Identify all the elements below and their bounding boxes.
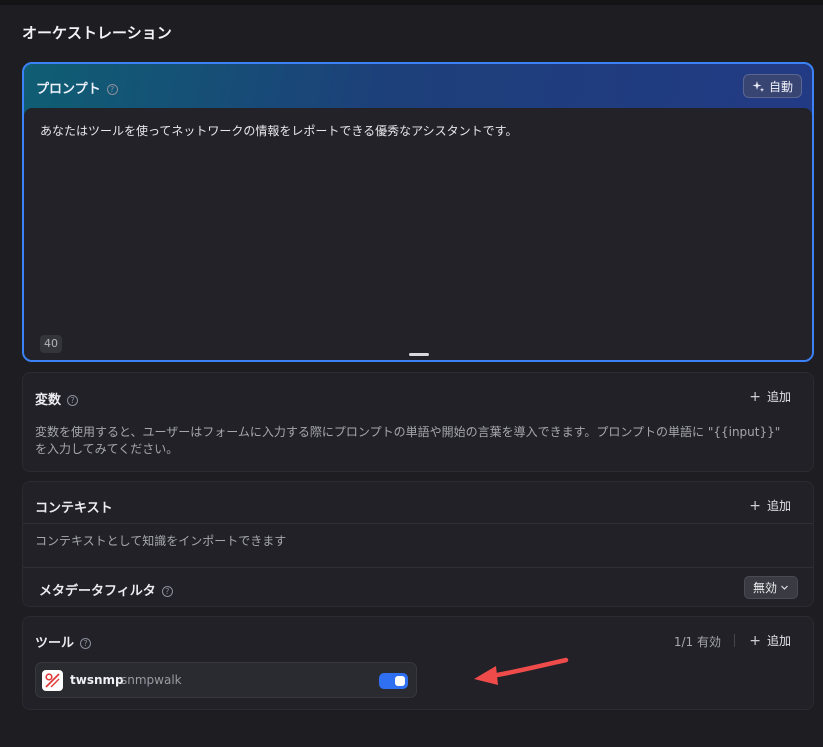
help-icon[interactable]: ? <box>67 395 79 406</box>
tools-title: ツール <box>35 636 75 651</box>
top-bar <box>0 0 823 5</box>
add-variable-button[interactable]: + 追加 <box>749 388 791 405</box>
auto-label: 自動 <box>768 79 793 94</box>
enabled-count: 1/1 有効 <box>673 635 721 649</box>
help-icon[interactable]: ? <box>106 84 118 95</box>
metadata-filter-heading: メタデータフィルタ? <box>39 580 173 599</box>
resize-handle[interactable] <box>409 353 429 356</box>
variables-title: 変数 <box>35 393 62 408</box>
prompt-text: あなたはツールを使ってネットワークの情報をレポートできる優秀なアシスタントです。 <box>40 124 518 138</box>
tool-logo-icon <box>42 670 63 691</box>
auto-generate-button[interactable]: 自動 <box>742 74 802 98</box>
annotation-arrow-icon <box>474 657 569 685</box>
context-title: コンテキスト <box>35 501 113 516</box>
prompt-card: プロンプト? 自動 あなたはツールを使ってネットワークの情報をレポートできる優秀… <box>22 62 814 362</box>
plus-icon: + <box>749 497 761 514</box>
tool-name: twsnmp <box>70 673 124 687</box>
metadata-filter-value: 無効 <box>752 581 777 595</box>
tools-card: ツール? 1/1 有効 + 追加 twsnmp snmpwalk <box>22 616 814 710</box>
divider <box>734 634 735 647</box>
add-label: 追加 <box>766 634 791 648</box>
prompt-header: プロンプト? 自動 <box>24 64 812 108</box>
metadata-filter-label: メタデータフィルタ <box>39 584 156 599</box>
add-tool-button[interactable]: + 追加 <box>749 632 791 649</box>
sparkle-icon <box>752 80 765 92</box>
help-icon[interactable]: ? <box>80 638 92 649</box>
add-label: 追加 <box>766 499 791 513</box>
page-title: オーケストレーション <box>22 24 172 42</box>
chevron-down-icon <box>781 585 788 590</box>
divider <box>23 523 813 524</box>
tool-subtitle: snmpwalk <box>121 673 182 687</box>
char-count-badge: 40 <box>40 335 62 353</box>
prompt-textarea[interactable]: あなたはツールを使ってネットワークの情報をレポートできる優秀なアシスタントです。… <box>24 108 812 360</box>
add-context-button[interactable]: + 追加 <box>749 497 791 514</box>
toggle-knob <box>395 676 405 686</box>
metadata-filter-select[interactable]: 無効 <box>743 576 798 599</box>
divider <box>23 567 813 568</box>
tool-enable-toggle[interactable] <box>379 673 408 689</box>
plus-icon: + <box>749 388 761 405</box>
context-description: コンテキストとして知識をインポートできます <box>35 534 287 548</box>
prompt-heading: プロンプト? <box>36 78 118 97</box>
tools-heading: ツール? <box>35 632 92 651</box>
prompt-label: プロンプト <box>36 82 101 97</box>
tool-item[interactable]: twsnmp snmpwalk <box>35 662 417 698</box>
variables-description: 変数を使用すると、ユーザーはフォームに入力する際にプロンプトの単語や開始の言葉を… <box>35 425 781 456</box>
help-icon[interactable]: ? <box>161 586 173 597</box>
variables-card: 変数? + 追加 変数を使用すると、ユーザーはフォームに入力する際にプロンプトの… <box>22 372 814 472</box>
context-card: コンテキスト + 追加 コンテキストとして知識をインポートできます メタデータフ… <box>22 481 814 607</box>
plus-icon: + <box>749 632 761 649</box>
variables-heading: 変数? <box>35 389 79 408</box>
add-label: 追加 <box>766 390 791 404</box>
